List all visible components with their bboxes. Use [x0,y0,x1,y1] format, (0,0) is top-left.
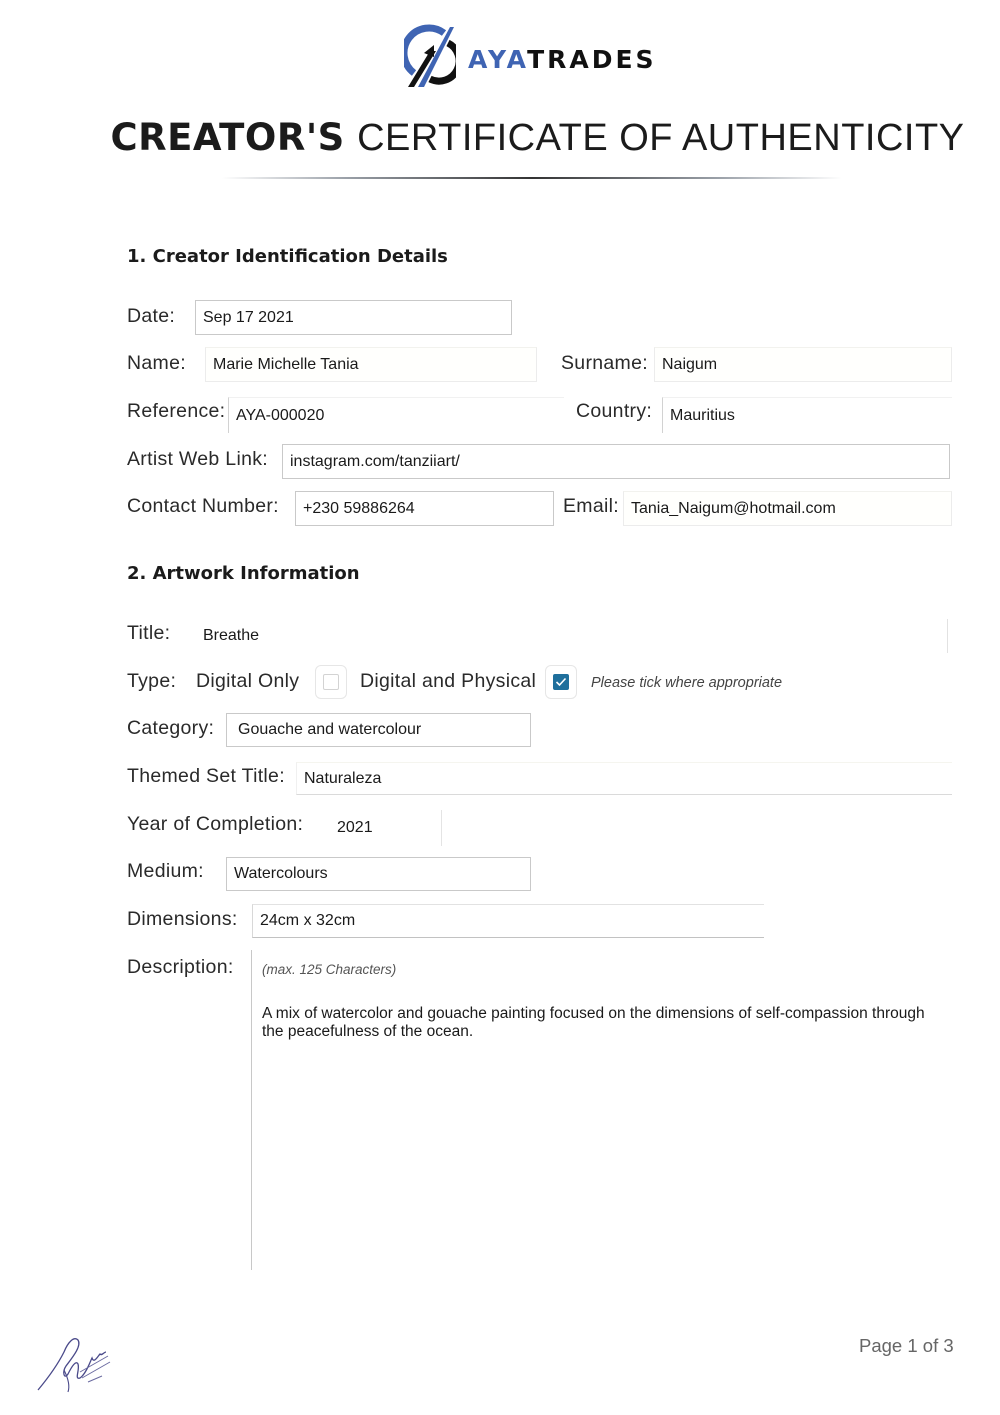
type-label: Type: [127,670,177,692]
digital-only-checkbox[interactable] [315,665,347,699]
category-field[interactable]: Gouache and watercolour [226,713,531,747]
checkmark-icon [553,674,569,690]
country-label: Country: [576,400,653,422]
dimensions-field[interactable]: 24cm x 32cm [252,904,764,938]
brand-name-trades: TRADES [527,44,657,74]
name-field[interactable]: Marie Michelle Tania [205,347,537,382]
date-label: Date: [127,305,176,327]
medium-field[interactable]: Watercolours [226,857,531,891]
document-title: CREATOR'S CERTIFICATE OF AUTHENTICITY [0,116,1000,160]
category-label: Category: [127,717,215,739]
title-label: Title: [127,622,171,644]
type-hint: Please tick where appropriate [591,675,783,691]
title-divider [222,177,842,179]
email-field[interactable]: Tania_Naigum@hotmail.com [623,491,952,526]
web-link-label: Artist Web Link: [127,448,268,470]
signature [37,1338,111,1393]
type-option-digital-only-label: Digital Only [196,670,300,692]
page-indicator: Page 1 of 3 [859,1335,954,1356]
title-light: CERTIFICATE OF AUTHENTICITY [357,117,965,159]
checkbox-empty-icon [323,674,339,690]
contact-number-field[interactable]: +230 59886264 [295,491,554,526]
description-label: Description: [127,956,234,978]
contact-number-label: Contact Number: [127,495,279,517]
section-heading-artwork: 2. Artwork Information [127,563,360,584]
name-label: Name: [127,352,186,374]
surname-label: Surname: [561,352,648,374]
description-hint: (max. 125 Characters) [262,962,397,977]
themed-set-title-label: Themed Set Title: [127,765,285,787]
themed-set-title-field[interactable]: Naturaleza [296,762,952,795]
email-label: Email: [563,495,619,517]
description-field[interactable]: (max. 125 Characters) A mix of watercolo… [251,950,951,1270]
medium-label: Medium: [127,860,204,882]
ayatrades-logo-icon [404,24,456,87]
brand-logo: AYATRADES [404,22,657,92]
reference-label: Reference: [127,400,226,422]
title-bold: CREATOR'S [110,116,345,159]
type-option-digital-physical-label: Digital and Physical [360,670,537,692]
brand-name: AYATRADES [468,45,657,74]
section-heading-creator: 1. Creator Identification Details [127,246,448,267]
year-of-completion-label: Year of Completion: [127,813,304,835]
dimensions-label: Dimensions: [127,908,238,930]
description-text: A mix of watercolor and gouache painting… [262,1005,925,1040]
date-field[interactable]: Sep 17 2021 [195,300,512,335]
digital-and-physical-checkbox[interactable] [545,665,577,699]
title-field[interactable]: Breathe [196,619,948,653]
reference-field[interactable]: AYA-000020 [228,397,564,433]
web-link-field[interactable]: instagram.com/tanziiart/ [282,444,950,479]
year-of-completion-field[interactable]: 2021 [330,810,442,846]
country-field[interactable]: Mauritius [662,397,952,433]
surname-field[interactable]: Naigum [654,347,952,382]
brand-name-aya: AYA [468,44,528,74]
